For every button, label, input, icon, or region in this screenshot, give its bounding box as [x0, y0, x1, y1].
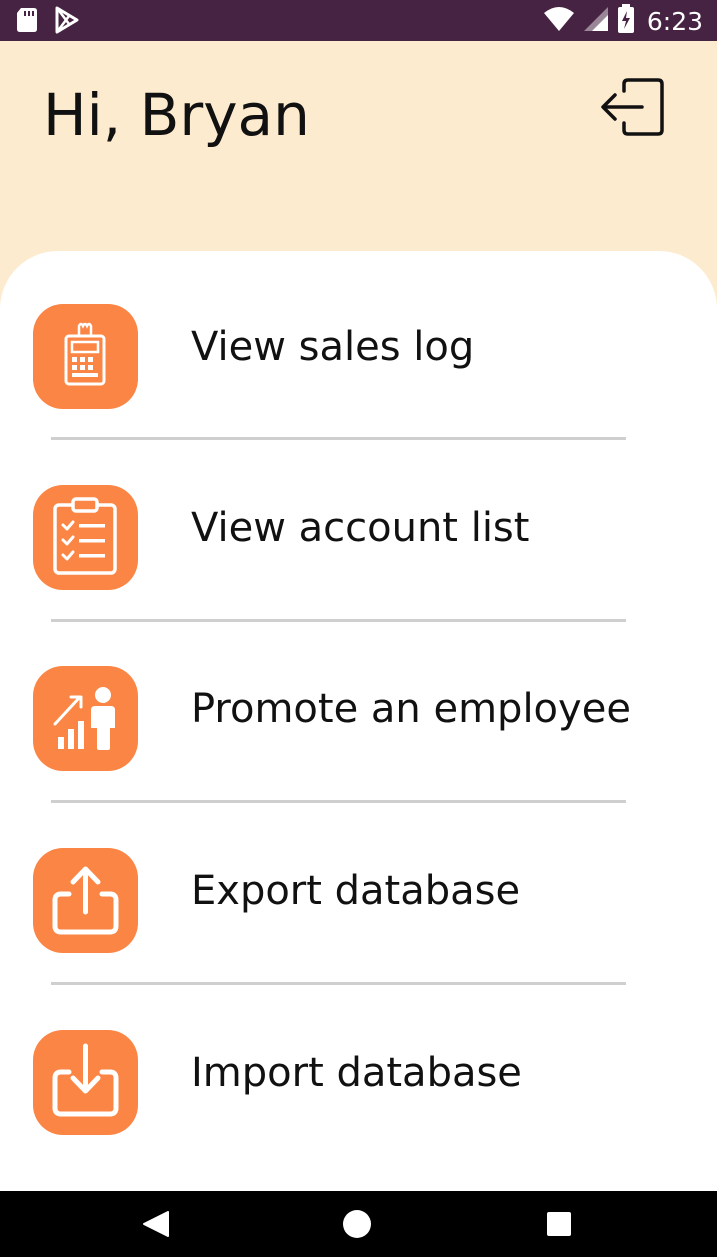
sd-card-icon [16, 7, 38, 37]
menu-item-export-database[interactable]: Export database [0, 848, 717, 998]
navigation-bar [0, 1191, 717, 1257]
divider [51, 619, 626, 622]
logout-button[interactable] [598, 77, 668, 137]
signal-icon [583, 6, 609, 36]
import-icon [33, 1030, 138, 1135]
logout-icon [598, 78, 668, 141]
recents-icon [519, 1212, 599, 1257]
status-time: 6:23 [646, 6, 703, 36]
menu-item-label: View sales log [191, 324, 475, 370]
checklist-icon [33, 485, 138, 590]
divider [51, 437, 626, 440]
menu-item-label: Export database [191, 868, 521, 914]
status-right: 6:23 [543, 4, 703, 38]
menu-item-label: Promote an employee [191, 686, 631, 732]
nav-back-button[interactable] [116, 1191, 196, 1257]
header: Hi, Bryan [0, 41, 717, 271]
menu-item-promote-employee[interactable]: Promote an employee [0, 666, 717, 816]
menu-item-view-account-list[interactable]: View account list [0, 485, 717, 635]
divider [51, 982, 626, 985]
back-icon [116, 1211, 196, 1257]
status-left [16, 6, 80, 38]
greeting-title: Hi, Bryan [43, 81, 310, 149]
app-screen: 6:23 Hi, Bryan View sales log View accou… [0, 0, 717, 1257]
divider [51, 800, 626, 803]
export-icon [33, 848, 138, 953]
home-icon [318, 1210, 398, 1257]
play-store-icon [54, 6, 80, 38]
menu-card: View sales log View account list Promote… [0, 251, 717, 1211]
cash-register-icon [33, 304, 138, 409]
employee-growth-icon [33, 666, 138, 771]
nav-recents-button[interactable] [519, 1191, 599, 1257]
menu-item-label: Import database [191, 1050, 522, 1096]
menu-item-label: View account list [191, 505, 530, 551]
menu-item-view-sales-log[interactable]: View sales log [0, 304, 717, 454]
menu-item-import-database[interactable]: Import database [0, 1030, 717, 1180]
wifi-icon [543, 6, 575, 36]
battery-charging-icon [617, 4, 635, 38]
nav-home-button[interactable] [318, 1191, 398, 1257]
status-bar: 6:23 [0, 0, 717, 41]
